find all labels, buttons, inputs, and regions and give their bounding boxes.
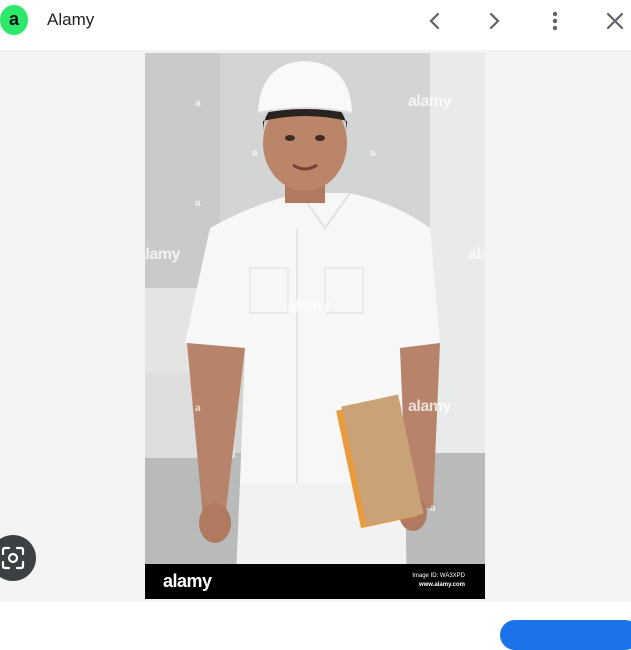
- watermark: a: [430, 503, 436, 514]
- top-bar: a Alamy: [0, 0, 631, 46]
- footer-logo: alamy: [163, 571, 212, 591]
- site-logo-icon[interactable]: a: [0, 5, 28, 35]
- watermark: alamy: [408, 93, 451, 110]
- action-button[interactable]: [500, 620, 631, 650]
- chevron-right-icon: [489, 12, 500, 30]
- site-logo-letter: a: [8, 8, 19, 29]
- lens-icon: [1, 546, 25, 570]
- watermark: alamy: [408, 398, 451, 415]
- previous-button[interactable]: [420, 6, 450, 36]
- photo-illustration: [145, 53, 485, 599]
- more-options-button[interactable]: [540, 6, 570, 36]
- image-id: Image ID: WA3XPD: [412, 573, 465, 579]
- watermark: a: [195, 198, 201, 209]
- watermark: a: [252, 148, 258, 159]
- close-icon: [606, 12, 624, 30]
- watermark: alamy: [287, 298, 330, 315]
- chevron-left-icon: [429, 12, 440, 30]
- next-button[interactable]: [479, 6, 509, 36]
- site-name[interactable]: Alamy: [47, 10, 94, 30]
- watermark: alamy: [145, 246, 180, 263]
- preview-image[interactable]: alamy alamy alamy alamy alamy a a a a a …: [145, 53, 485, 599]
- image-preview-area: alamy alamy alamy alamy alamy a a a a a …: [0, 50, 631, 602]
- image-footer: alamy Image ID: WA3XPD www.alamy.com: [145, 564, 485, 599]
- watermark: a: [195, 403, 201, 414]
- watermark: a: [195, 98, 201, 109]
- watermark: a: [370, 148, 376, 159]
- watermark: alamy: [468, 246, 485, 263]
- close-button[interactable]: [600, 6, 630, 36]
- footer-url: www.alamy.com: [418, 582, 465, 588]
- more-vert-icon: [552, 11, 558, 31]
